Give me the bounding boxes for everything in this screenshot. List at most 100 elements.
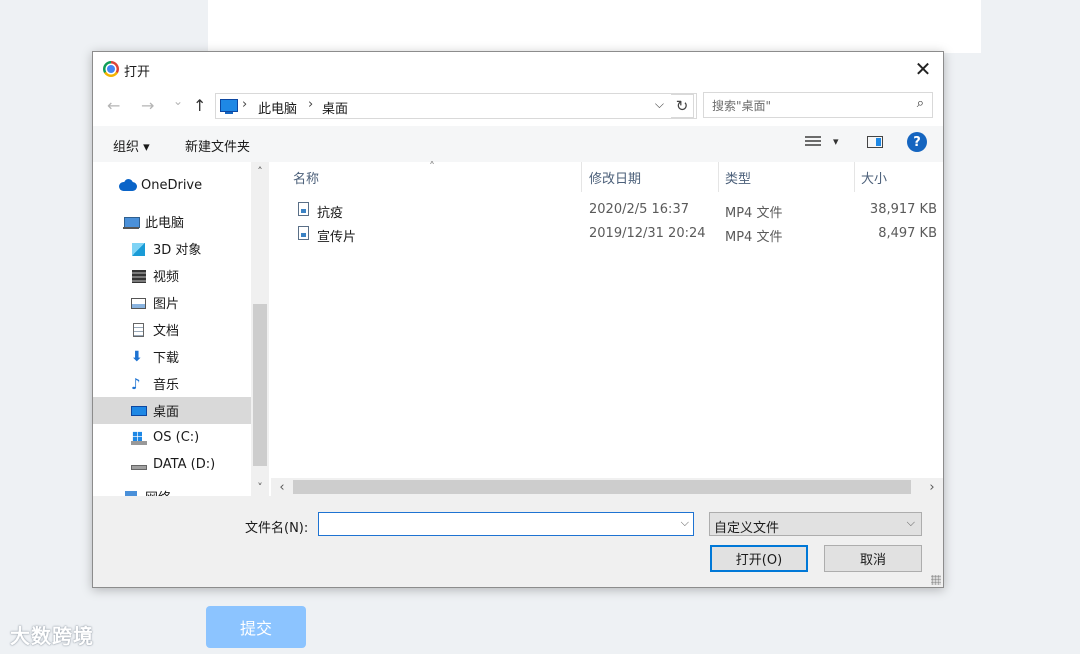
navigation-bar: ← → ⌄ ↑ › 此电脑 › 桌面 ⌵ ↻ 搜索"桌面" ⌕: [93, 86, 943, 126]
drive-d-icon: [131, 458, 147, 472]
drive-c-icon: [131, 431, 147, 445]
file-date: 2020/2/5 16:37: [589, 202, 689, 217]
download-icon: ⬇: [131, 348, 143, 365]
submit-button[interactable]: 提交: [206, 606, 306, 648]
sidebar-item-pictures[interactable]: 图片: [93, 289, 251, 316]
file-size: 38,917 KB: [869, 202, 937, 217]
cancel-button[interactable]: 取消: [824, 545, 922, 572]
sidebar-item-label: 视频: [153, 270, 180, 285]
sidebar-item-label: OS (C:): [153, 430, 200, 445]
sidebar-item-label: 网络: [145, 487, 171, 496]
sidebar-item-drive-d[interactable]: DATA (D:): [93, 451, 251, 478]
column-header-size[interactable]: 大小: [861, 168, 887, 187]
sidebar-item-label: 桌面: [153, 405, 180, 420]
filetype-select[interactable]: 自定义文件 ⌵: [709, 512, 922, 536]
scroll-up-icon[interactable]: ˄: [251, 162, 269, 180]
column-header-type[interactable]: 类型: [725, 168, 751, 187]
sidebar-item-downloads[interactable]: ⬇ 下载: [93, 343, 251, 370]
cloud-icon: [119, 178, 137, 193]
filename-label: 文件名(N):: [245, 521, 309, 536]
file-size: 8,497 KB: [878, 226, 937, 241]
chevron-down-icon[interactable]: ⌵: [655, 97, 664, 112]
video-file-icon: [298, 202, 309, 216]
sidebar-item-drive-c[interactable]: OS (C:): [93, 424, 251, 451]
chevron-right-icon: ›: [308, 97, 314, 112]
sidebar-item-label: 3D 对象: [153, 243, 202, 258]
search-icon: ⌕: [916, 96, 924, 111]
picture-icon: [131, 296, 147, 310]
file-date: 2019/12/31 20:24: [589, 226, 706, 241]
up-arrow-icon[interactable]: ↑: [193, 96, 206, 115]
sidebar-item-onedrive[interactable]: OneDrive: [93, 172, 251, 199]
breadcrumb-this-pc[interactable]: 此电脑: [258, 98, 297, 117]
watermark-logo: 大数跨境: [10, 620, 94, 649]
sidebar-item-label: 此电脑: [145, 216, 185, 231]
column-divider[interactable]: [581, 162, 582, 192]
sidebar-item-documents[interactable]: 文档: [93, 316, 251, 343]
page-top-panel: [208, 0, 981, 53]
recent-locations-icon[interactable]: ⌄: [173, 94, 183, 108]
file-type: MP4 文件: [725, 230, 783, 245]
sidebar-item-label: 文档: [153, 324, 180, 339]
sidebar-item-3d-objects[interactable]: 3D 对象: [93, 235, 251, 262]
video-icon: [131, 269, 147, 283]
open-button[interactable]: 打开(O): [710, 545, 808, 572]
file-name: 抗疫: [317, 206, 344, 221]
address-bar[interactable]: › 此电脑 › 桌面 ⌵: [215, 93, 697, 119]
scroll-left-icon[interactable]: ‹: [273, 478, 291, 496]
sidebar-item-videos[interactable]: 视频: [93, 262, 251, 289]
music-icon: ♪: [131, 374, 141, 393]
table-row[interactable]: 抗疫 2020/2/5 16:37 MP4 文件 38,917 KB: [271, 198, 943, 222]
back-arrow-icon[interactable]: ←: [107, 96, 120, 115]
column-header-date[interactable]: 修改日期: [589, 168, 641, 187]
sidebar-item-this-pc[interactable]: 此电脑: [93, 208, 251, 235]
chevron-down-icon: ⌵: [906, 516, 915, 529]
chrome-icon: [103, 61, 119, 77]
chevron-down-icon[interactable]: ⌵: [681, 516, 689, 530]
sidebar-item-label: 图片: [153, 297, 180, 312]
command-toolbar: 组织 ▾ 新建文件夹 ▾ ?: [93, 126, 943, 163]
table-row[interactable]: 宣传片 2019/12/31 20:24 MP4 文件 8,497 KB: [271, 222, 943, 246]
cube-icon: [131, 242, 147, 256]
breadcrumb-desktop[interactable]: 桌面: [322, 98, 348, 117]
preview-pane-icon[interactable]: [867, 136, 883, 148]
network-icon: [123, 490, 139, 496]
caret-down-icon[interactable]: ▾: [833, 135, 839, 148]
sort-ascending-icon: ˄: [429, 160, 435, 174]
file-type: MP4 文件: [725, 206, 783, 221]
filetype-value: 自定义文件: [714, 521, 780, 536]
file-list: ˄ 名称 修改日期 类型 大小 抗疫 2020/2/5 16:37 MP4 文件…: [271, 160, 943, 496]
resize-grip-icon[interactable]: [931, 575, 941, 585]
forward-arrow-icon[interactable]: →: [141, 96, 154, 115]
sidebar-item-label: 音乐: [153, 378, 180, 393]
column-header-name[interactable]: 名称: [293, 168, 319, 187]
file-list-scrollbar[interactable]: ‹ ›: [271, 478, 943, 496]
sidebar-item-label: DATA (D:): [153, 457, 216, 472]
filename-field[interactable]: ⌵: [318, 512, 694, 536]
sidebar-item-desktop[interactable]: 桌面: [93, 397, 251, 424]
scrollbar-thumb[interactable]: [253, 304, 267, 466]
new-folder-button[interactable]: 新建文件夹: [185, 136, 250, 155]
organize-button[interactable]: 组织 ▾: [113, 136, 150, 155]
chevron-right-icon: ›: [242, 97, 248, 112]
dialog-title: 打开: [124, 65, 151, 80]
refresh-icon[interactable]: ↻: [671, 94, 694, 118]
computer-icon: [220, 99, 238, 114]
filename-input[interactable]: [323, 513, 667, 535]
dialog-titlebar: 打开 ✕: [93, 52, 943, 86]
navigation-scrollbar[interactable]: ˄ ˅: [251, 162, 269, 496]
sidebar-item-network[interactable]: 网络: [93, 483, 251, 496]
video-file-icon: [298, 226, 309, 240]
scroll-down-icon[interactable]: ˅: [251, 478, 269, 496]
scrollbar-thumb[interactable]: [293, 480, 911, 494]
view-options-icon[interactable]: [805, 136, 821, 148]
help-icon[interactable]: ?: [907, 132, 927, 152]
search-input[interactable]: 搜索"桌面" ⌕: [703, 92, 933, 118]
computer-icon: [123, 215, 140, 229]
sidebar-item-music[interactable]: ♪ 音乐: [93, 370, 251, 397]
open-file-dialog: 打开 ✕ ← → ⌄ ↑ › 此电脑 › 桌面 ⌵ ↻ 搜索"桌面" ⌕ 组织 …: [92, 51, 944, 588]
column-divider[interactable]: [718, 162, 719, 192]
scroll-right-icon[interactable]: ›: [923, 478, 941, 496]
column-divider[interactable]: [854, 162, 855, 192]
close-button[interactable]: ✕: [903, 52, 943, 86]
